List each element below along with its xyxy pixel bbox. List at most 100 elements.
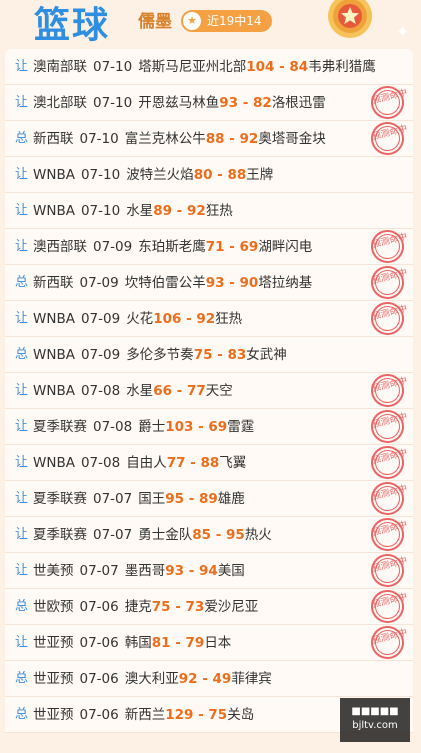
- home-team: 开恩兹马林鱼: [138, 95, 220, 111]
- match-info: WNBA 07-09 火花106 - 92狂热: [33, 301, 242, 337]
- home-team: 水星: [126, 203, 154, 219]
- hit-stamp: 预测命中: [367, 298, 408, 339]
- list-item[interactable]: 让夏季联赛 07-07 勇士金队85 - 95热火 预测命中: [5, 514, 413, 555]
- match-info: 夏季联赛 07-07 国王95 - 89雄鹿: [33, 481, 245, 517]
- list-item[interactable]: 让世亚预 07-06 韩国81 - 79日本 预测命中: [5, 622, 413, 663]
- match-score: 71 - 69: [205, 239, 259, 255]
- bet-type-tag: 让: [15, 455, 29, 470]
- league-name: 夏季联赛: [33, 419, 87, 435]
- league-name: 世亚预: [33, 671, 74, 687]
- hit-stamp: 预测命中: [367, 442, 408, 483]
- hit-stamp: 预测命中: [367, 118, 408, 159]
- home-team: 自由人: [126, 455, 167, 471]
- bet-type-tag: 总: [15, 347, 29, 362]
- away-team: 美国: [217, 563, 245, 579]
- match-score: 93 - 82: [219, 95, 272, 111]
- match-info: 世亚预 07-06 新西兰129 - 75关岛: [33, 697, 254, 733]
- sparkle-icon: ✦: [396, 22, 410, 41]
- match-info: 澳南部联 07-10 塔斯马尼亚州北部104 - 84韦弗利猎鹰: [33, 49, 376, 85]
- list-item[interactable]: 让世美预 07-07 墨西哥93 - 94美国 预测命中: [5, 550, 413, 591]
- match-info: 澳西部联 07-09 东珀斯老鹰71 - 69湖畔闪电: [33, 229, 312, 265]
- list-item[interactable]: 总新西联 07-10 富兰克林公牛88 - 92奥塔哥金块 预测命中: [5, 118, 413, 159]
- list-item[interactable]: 让 WNBA 07-08 水星66 - 77天空 预测命中: [5, 370, 413, 411]
- match-info: WNBA 07-08 水星66 - 77天空: [33, 373, 233, 409]
- list-item[interactable]: 让夏季联赛 07-07 国王95 - 89雄鹿 预测命中: [5, 478, 413, 519]
- hit-stamp: 预测命中: [367, 262, 408, 303]
- home-team: 墨西哥: [124, 563, 166, 579]
- match-score: 103 - 69: [165, 419, 228, 435]
- match-info: WNBA 07-09 多伦多节奏75 - 83女武神: [33, 337, 287, 373]
- record-badge-label: 近19中14: [207, 14, 262, 28]
- bet-type-tag: 让: [15, 95, 29, 110]
- bet-type-tag: 让: [15, 635, 29, 650]
- match-score: 92 - 49: [178, 671, 232, 687]
- header: 篮球 儒墨 ★ 近19中14 ✦: [0, 0, 421, 48]
- page-title: 篮球: [34, 5, 111, 46]
- match-score: 75 - 83: [193, 347, 247, 363]
- match-score: 88 - 92: [205, 131, 259, 147]
- bet-type-tag: 总: [15, 671, 29, 686]
- league-name: 世亚预: [33, 707, 74, 723]
- bet-type-tag: 让: [15, 203, 29, 218]
- home-team: 水星: [126, 383, 154, 399]
- hit-stamp: 预测命中: [367, 370, 408, 411]
- list-item[interactable]: 总世欧预 07-06 捷克75 - 73爱沙尼亚 预测命中: [5, 586, 413, 627]
- match-score: 75 - 73: [151, 599, 205, 615]
- match-date: 07-07: [93, 527, 133, 543]
- list-item[interactable]: 让澳南部联 07-10 塔斯马尼亚州北部104 - 84韦弗利猎鹰: [5, 49, 413, 85]
- bet-type-tag: 让: [15, 563, 29, 578]
- list-item[interactable]: 让夏季联赛 07-08 爵士103 - 69雷霆 预测命中: [5, 406, 413, 447]
- match-score: 93 - 90: [205, 275, 259, 291]
- away-team: 爱沙尼亚: [204, 599, 259, 615]
- hit-stamp: 预测命中: [367, 82, 408, 123]
- home-team: 坎特伯雷公羊: [124, 275, 206, 291]
- match-date: 07-08: [93, 419, 133, 435]
- list-item[interactable]: 总新西联 07-09 坎特伯雷公羊93 - 90塔拉纳基 预测命中: [5, 262, 413, 303]
- bet-type-tag: 让: [15, 491, 29, 506]
- list-item[interactable]: 让 WNBA 07-08 自由人77 - 88飞翼 预测命中: [5, 442, 413, 483]
- list-item[interactable]: 让澳西部联 07-09 东珀斯老鹰71 - 69湖畔闪电 预测命中: [5, 226, 413, 267]
- medal-icon: [328, 0, 372, 38]
- record-badge: ★ 近19中14: [181, 10, 272, 32]
- list-item[interactable]: 让澳北部联 07-10 开恩兹马林鱼93 - 82洛根迅雷 预测命中: [5, 82, 413, 123]
- list-item[interactable]: 让 WNBA 07-10 水星89 - 92狂热: [5, 193, 413, 229]
- bet-type-tag: 总: [15, 275, 29, 290]
- home-team: 新西兰: [124, 707, 166, 723]
- away-team: 菲律宾: [231, 671, 272, 687]
- hit-stamp: 预测命中: [367, 478, 408, 519]
- home-team: 波特兰火焰: [126, 167, 194, 183]
- match-date: 07-10: [93, 59, 133, 75]
- home-team: 勇士金队: [138, 527, 193, 543]
- away-team: 狂热: [215, 311, 243, 327]
- home-team: 国王: [138, 491, 166, 507]
- bet-type-tag: 让: [15, 167, 29, 182]
- star-icon: ★: [183, 12, 201, 30]
- match-date: 07-09: [79, 275, 119, 291]
- match-date: 07-10: [80, 167, 121, 183]
- home-team: 多伦多节奏: [126, 347, 194, 363]
- list-item[interactable]: 总 WNBA 07-09 多伦多节奏75 - 83女武神: [5, 337, 413, 373]
- list-item[interactable]: 总世亚预 07-06 澳大利亚92 - 49菲律宾: [5, 661, 413, 697]
- away-team: 王牌: [246, 167, 274, 183]
- home-team: 塔斯马尼亚州北部: [138, 59, 247, 75]
- match-score: 104 - 84: [246, 59, 309, 75]
- bet-type-tag: 让: [15, 239, 29, 254]
- list-item[interactable]: 让 WNBA 07-10 波特兰火焰80 - 88王牌: [5, 157, 413, 193]
- league-name: 夏季联赛: [33, 527, 87, 543]
- match-info: 世美预 07-07 墨西哥93 - 94美国: [33, 553, 245, 589]
- match-score: 93 - 94: [165, 563, 218, 579]
- home-team: 富兰克林公牛: [124, 131, 206, 147]
- bet-type-tag: 总: [15, 707, 29, 722]
- bet-type-tag: 让: [15, 59, 29, 74]
- league-name: 新西联: [33, 131, 74, 147]
- list-item[interactable]: 让 WNBA 07-09 火花106 - 92狂热 预测命中: [5, 298, 413, 339]
- away-team: 狂热: [205, 203, 233, 219]
- hit-stamp: 预测命中: [367, 550, 408, 591]
- watermark: ■■■■■ bjltv.com: [340, 698, 410, 742]
- author-name[interactable]: 儒墨: [138, 10, 172, 34]
- away-team: 热火: [244, 527, 272, 543]
- match-date: 07-10: [79, 131, 119, 147]
- league-name: 世亚预: [33, 635, 74, 651]
- away-team: 韦弗利猎鹰: [308, 59, 376, 75]
- match-info: 世亚预 07-06 韩国81 - 79日本: [33, 625, 231, 661]
